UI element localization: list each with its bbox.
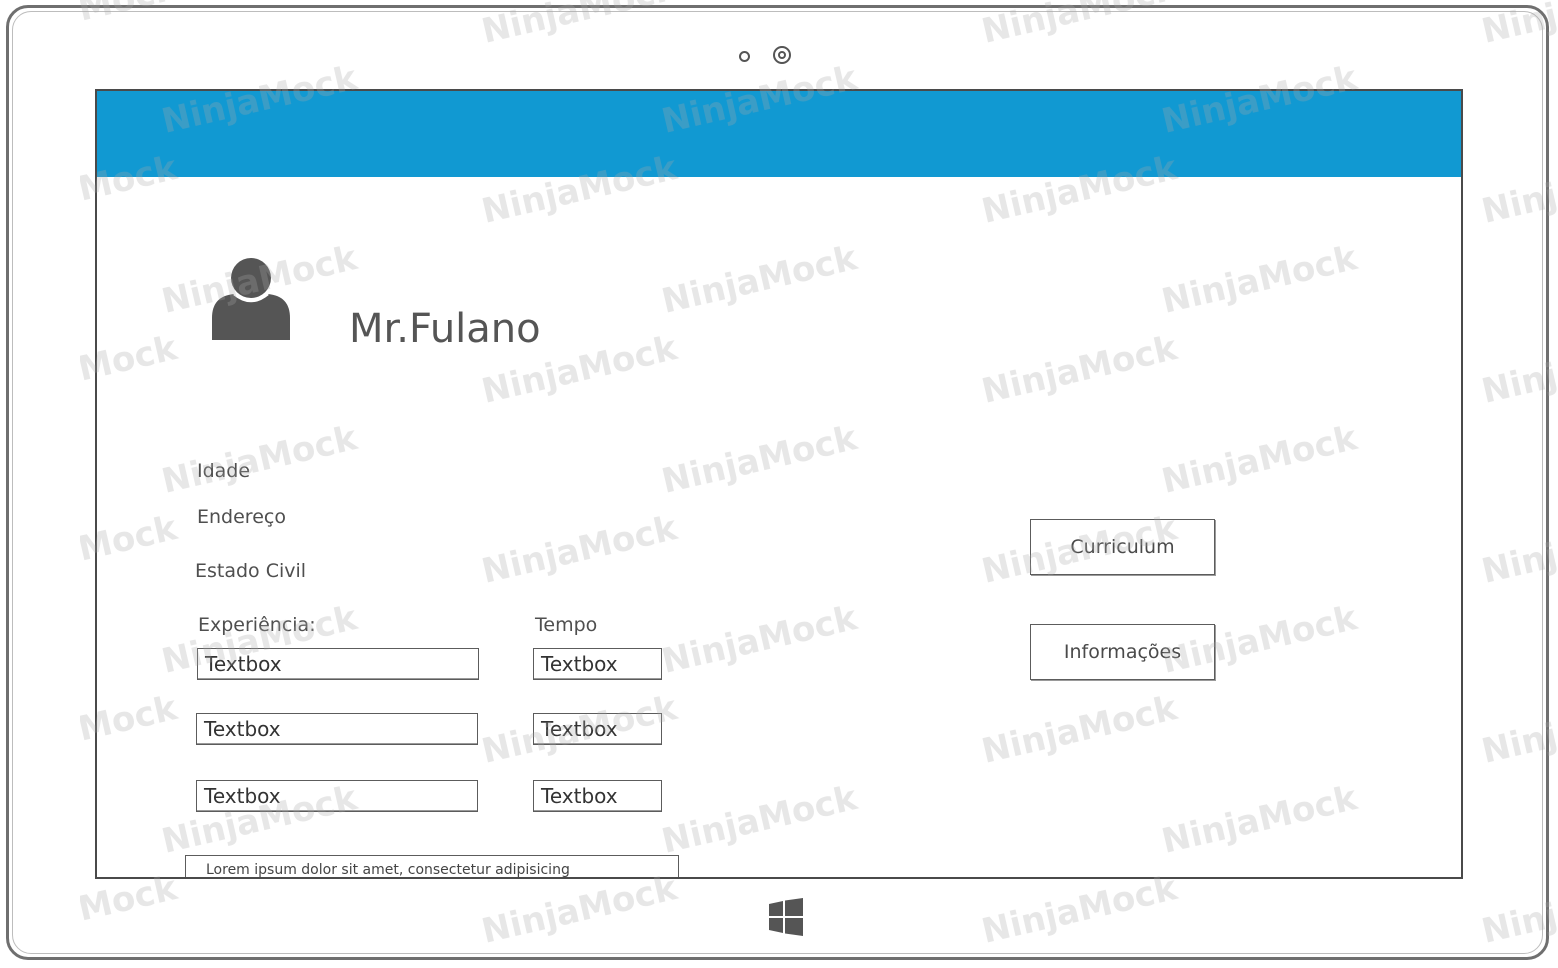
header-bar xyxy=(97,91,1461,177)
mockup-canvas: Mr.Fulano Idade Endereço Estado Civil Ex… xyxy=(0,0,1558,968)
camera-dot-icon xyxy=(739,51,750,62)
experience-textbox-2[interactable]: Textbox xyxy=(196,713,478,745)
tablet-screen: Mr.Fulano Idade Endereço Estado Civil Ex… xyxy=(95,89,1463,879)
experience-textbox-3[interactable]: Textbox xyxy=(196,780,478,812)
profile-name: Mr.Fulano xyxy=(349,306,541,352)
tempo-textbox-3[interactable]: Textbox xyxy=(533,780,662,812)
informacoes-button[interactable]: Informações xyxy=(1030,624,1215,680)
tempo-textbox-1[interactable]: Textbox xyxy=(533,648,662,680)
label-estado-civil: Estado Civil xyxy=(195,560,307,582)
label-experiencia: Experiência: xyxy=(198,614,316,636)
user-silhouette-icon xyxy=(212,258,290,340)
windows-logo-icon[interactable] xyxy=(768,898,804,936)
label-idade: Idade xyxy=(197,460,251,482)
description-text: Lorem ipsum dolor sit amet, consectetur … xyxy=(206,862,570,878)
camera-lens-icon xyxy=(773,46,791,64)
tempo-textbox-2[interactable]: Textbox xyxy=(533,713,662,745)
label-tempo: Tempo xyxy=(535,614,598,636)
description-text-box[interactable]: Lorem ipsum dolor sit amet, consectetur … xyxy=(185,855,679,878)
experience-textbox-1[interactable]: Textbox xyxy=(197,648,479,680)
curriculum-button[interactable]: Curriculum xyxy=(1030,519,1215,575)
label-endereco: Endereço xyxy=(197,506,286,528)
